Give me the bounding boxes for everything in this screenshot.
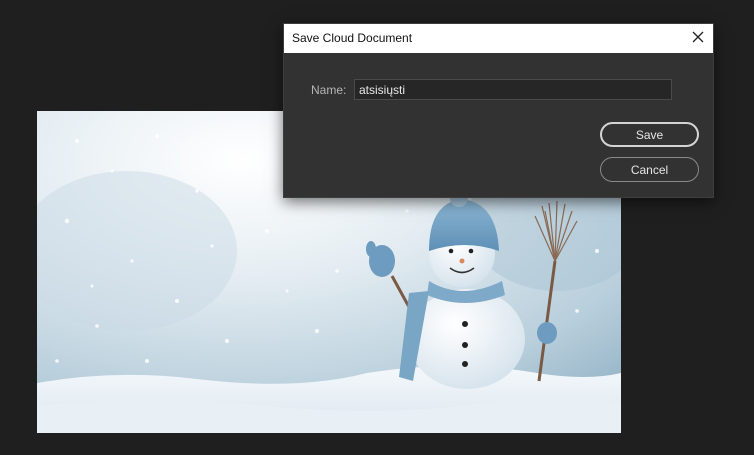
save-cloud-document-dialog: Save Cloud Document Name: Save Cancel (283, 23, 714, 198)
save-button[interactable]: Save (600, 122, 699, 147)
cancel-button[interactable]: Cancel (600, 157, 699, 182)
dialog-titlebar[interactable]: Save Cloud Document (284, 24, 713, 53)
close-button[interactable] (683, 24, 713, 53)
close-icon (692, 30, 704, 48)
name-input[interactable] (354, 79, 672, 100)
name-label: Name: (311, 83, 347, 97)
dialog-title: Save Cloud Document (292, 31, 413, 45)
